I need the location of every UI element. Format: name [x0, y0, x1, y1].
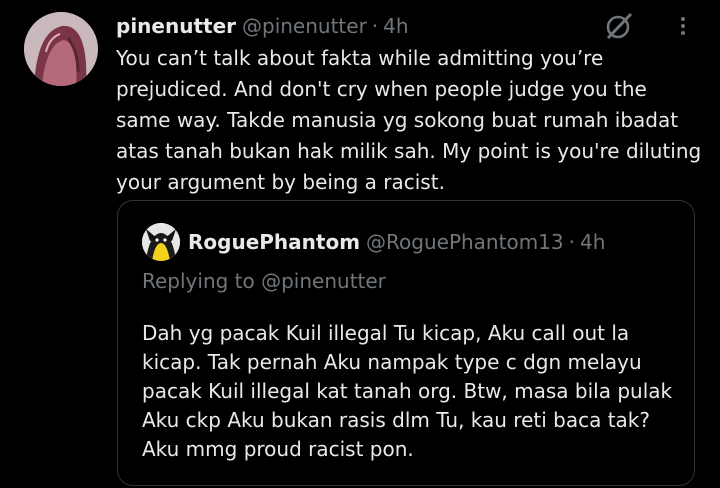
replying-to-label: Replying to @pinenutter [142, 269, 386, 293]
quoted-author-avatar [142, 223, 180, 261]
quoted-tweet-timestamp: 4h [579, 230, 606, 254]
more-dot [681, 17, 685, 21]
more-options-icon[interactable] [668, 10, 698, 42]
more-dot [681, 31, 685, 35]
tweet-timestamp[interactable]: 4h [383, 14, 408, 38]
tweet-header: pinenutter @pinenutter · 4h [116, 10, 409, 42]
tweet-text: You can’t talk about fakta while admitti… [116, 46, 702, 194]
quoted-tweet-header: RoguePhantom @RoguePhantom13 · 4h [142, 223, 605, 261]
author-handle[interactable]: @pinenutter [242, 14, 367, 38]
separator-dot: · [371, 14, 379, 38]
quoted-tweet-card[interactable]: RoguePhantom @RoguePhantom13 · 4h Replyi… [117, 200, 695, 486]
quoted-tweet-text: Dah yg pacak Kuil illegal Tu kicap, Aku … [142, 321, 673, 461]
more-dot [681, 24, 685, 28]
author-avatar[interactable] [24, 12, 98, 86]
separator-dot: · [568, 230, 575, 254]
grok-icon[interactable] [602, 9, 636, 43]
author-display-name[interactable]: pinenutter [116, 14, 236, 38]
quoted-author-display-name: RoguePhantom [188, 230, 361, 254]
quoted-author-handle: @RoguePhantom13 [366, 230, 564, 254]
